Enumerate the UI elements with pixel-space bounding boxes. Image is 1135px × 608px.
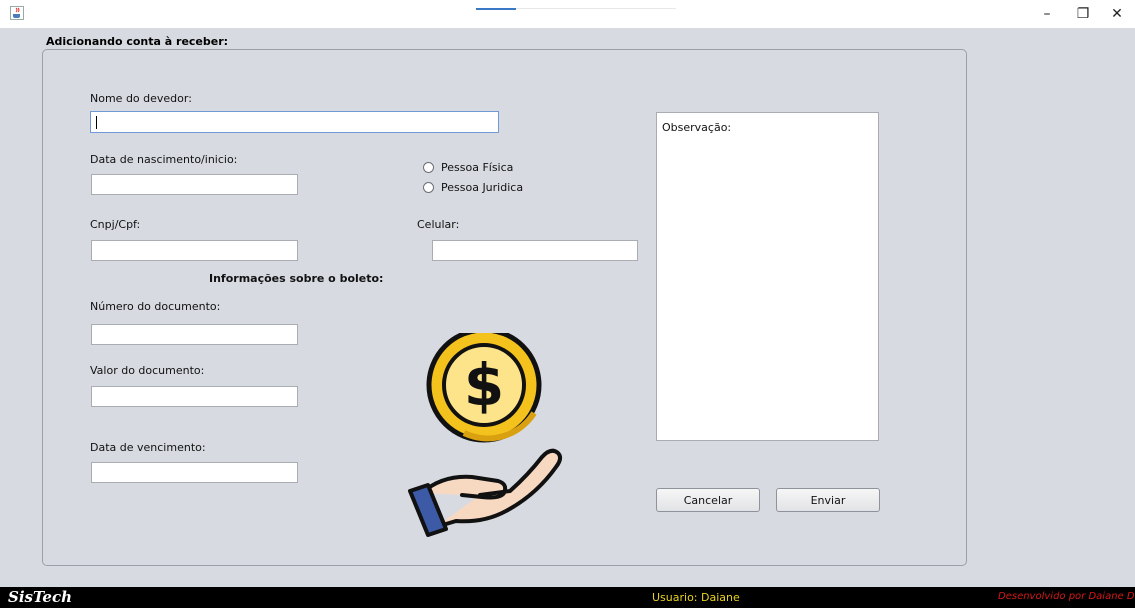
title-accent (476, 8, 516, 10)
page-title: Adicionando conta à receber: (46, 35, 229, 48)
developer-credit: Desenvolvido por Daiane Desti (998, 591, 1135, 602)
java-cup-icon (10, 6, 24, 20)
nome-input[interactable] (90, 111, 499, 133)
celular-label: Celular: (417, 218, 460, 231)
valor-label: Valor do documento: (90, 364, 205, 377)
vencimento-input[interactable] (91, 462, 298, 483)
valor-input[interactable] (91, 386, 298, 407)
brand-logo: SisTech (8, 588, 72, 606)
observacao-textarea[interactable]: Observação: (656, 112, 879, 441)
hand-holding-dollar-coin-icon: $ (408, 333, 563, 537)
radio-circle (423, 162, 434, 173)
restore-button[interactable]: ❐ (1065, 0, 1101, 28)
close-button[interactable]: ✕ (1099, 0, 1135, 28)
nascimento-label: Data de nascimento/inicio: (90, 153, 238, 166)
cnpj-input[interactable] (91, 240, 298, 261)
text-caret (96, 116, 97, 129)
boleto-heading: Informações sobre o boleto: (209, 272, 384, 285)
vencimento-label: Data de vencimento: (90, 441, 206, 454)
send-button[interactable]: Enviar (776, 488, 880, 512)
title-divider (516, 8, 676, 9)
celular-input[interactable] (432, 240, 638, 261)
numero-label: Número do documento: (90, 300, 221, 313)
radio-pessoa-juridica[interactable]: Pessoa Juridica (423, 181, 523, 194)
cnpj-label: Cnpj/Cpf: (90, 218, 141, 231)
status-bar: SisTech Usuario: Daiane Desenvolvido por… (0, 587, 1135, 608)
radio-pessoa-fisica[interactable]: Pessoa Física (423, 161, 513, 174)
observacao-label: Observação: (662, 121, 732, 134)
svg-text:$: $ (464, 351, 504, 419)
title-bar: – ❐ ✕ (0, 0, 1135, 28)
nome-label: Nome do devedor: (90, 92, 192, 105)
minimize-button[interactable]: – (1029, 0, 1065, 28)
numero-input[interactable] (91, 324, 298, 345)
radio-circle (423, 182, 434, 193)
nascimento-input[interactable] (91, 174, 298, 195)
user-label: Usuario: Daiane (652, 591, 740, 604)
radio-pessoa-juridica-label: Pessoa Juridica (441, 181, 524, 194)
radio-pessoa-fisica-label: Pessoa Física (441, 161, 514, 174)
cancel-button[interactable]: Cancelar (656, 488, 760, 512)
